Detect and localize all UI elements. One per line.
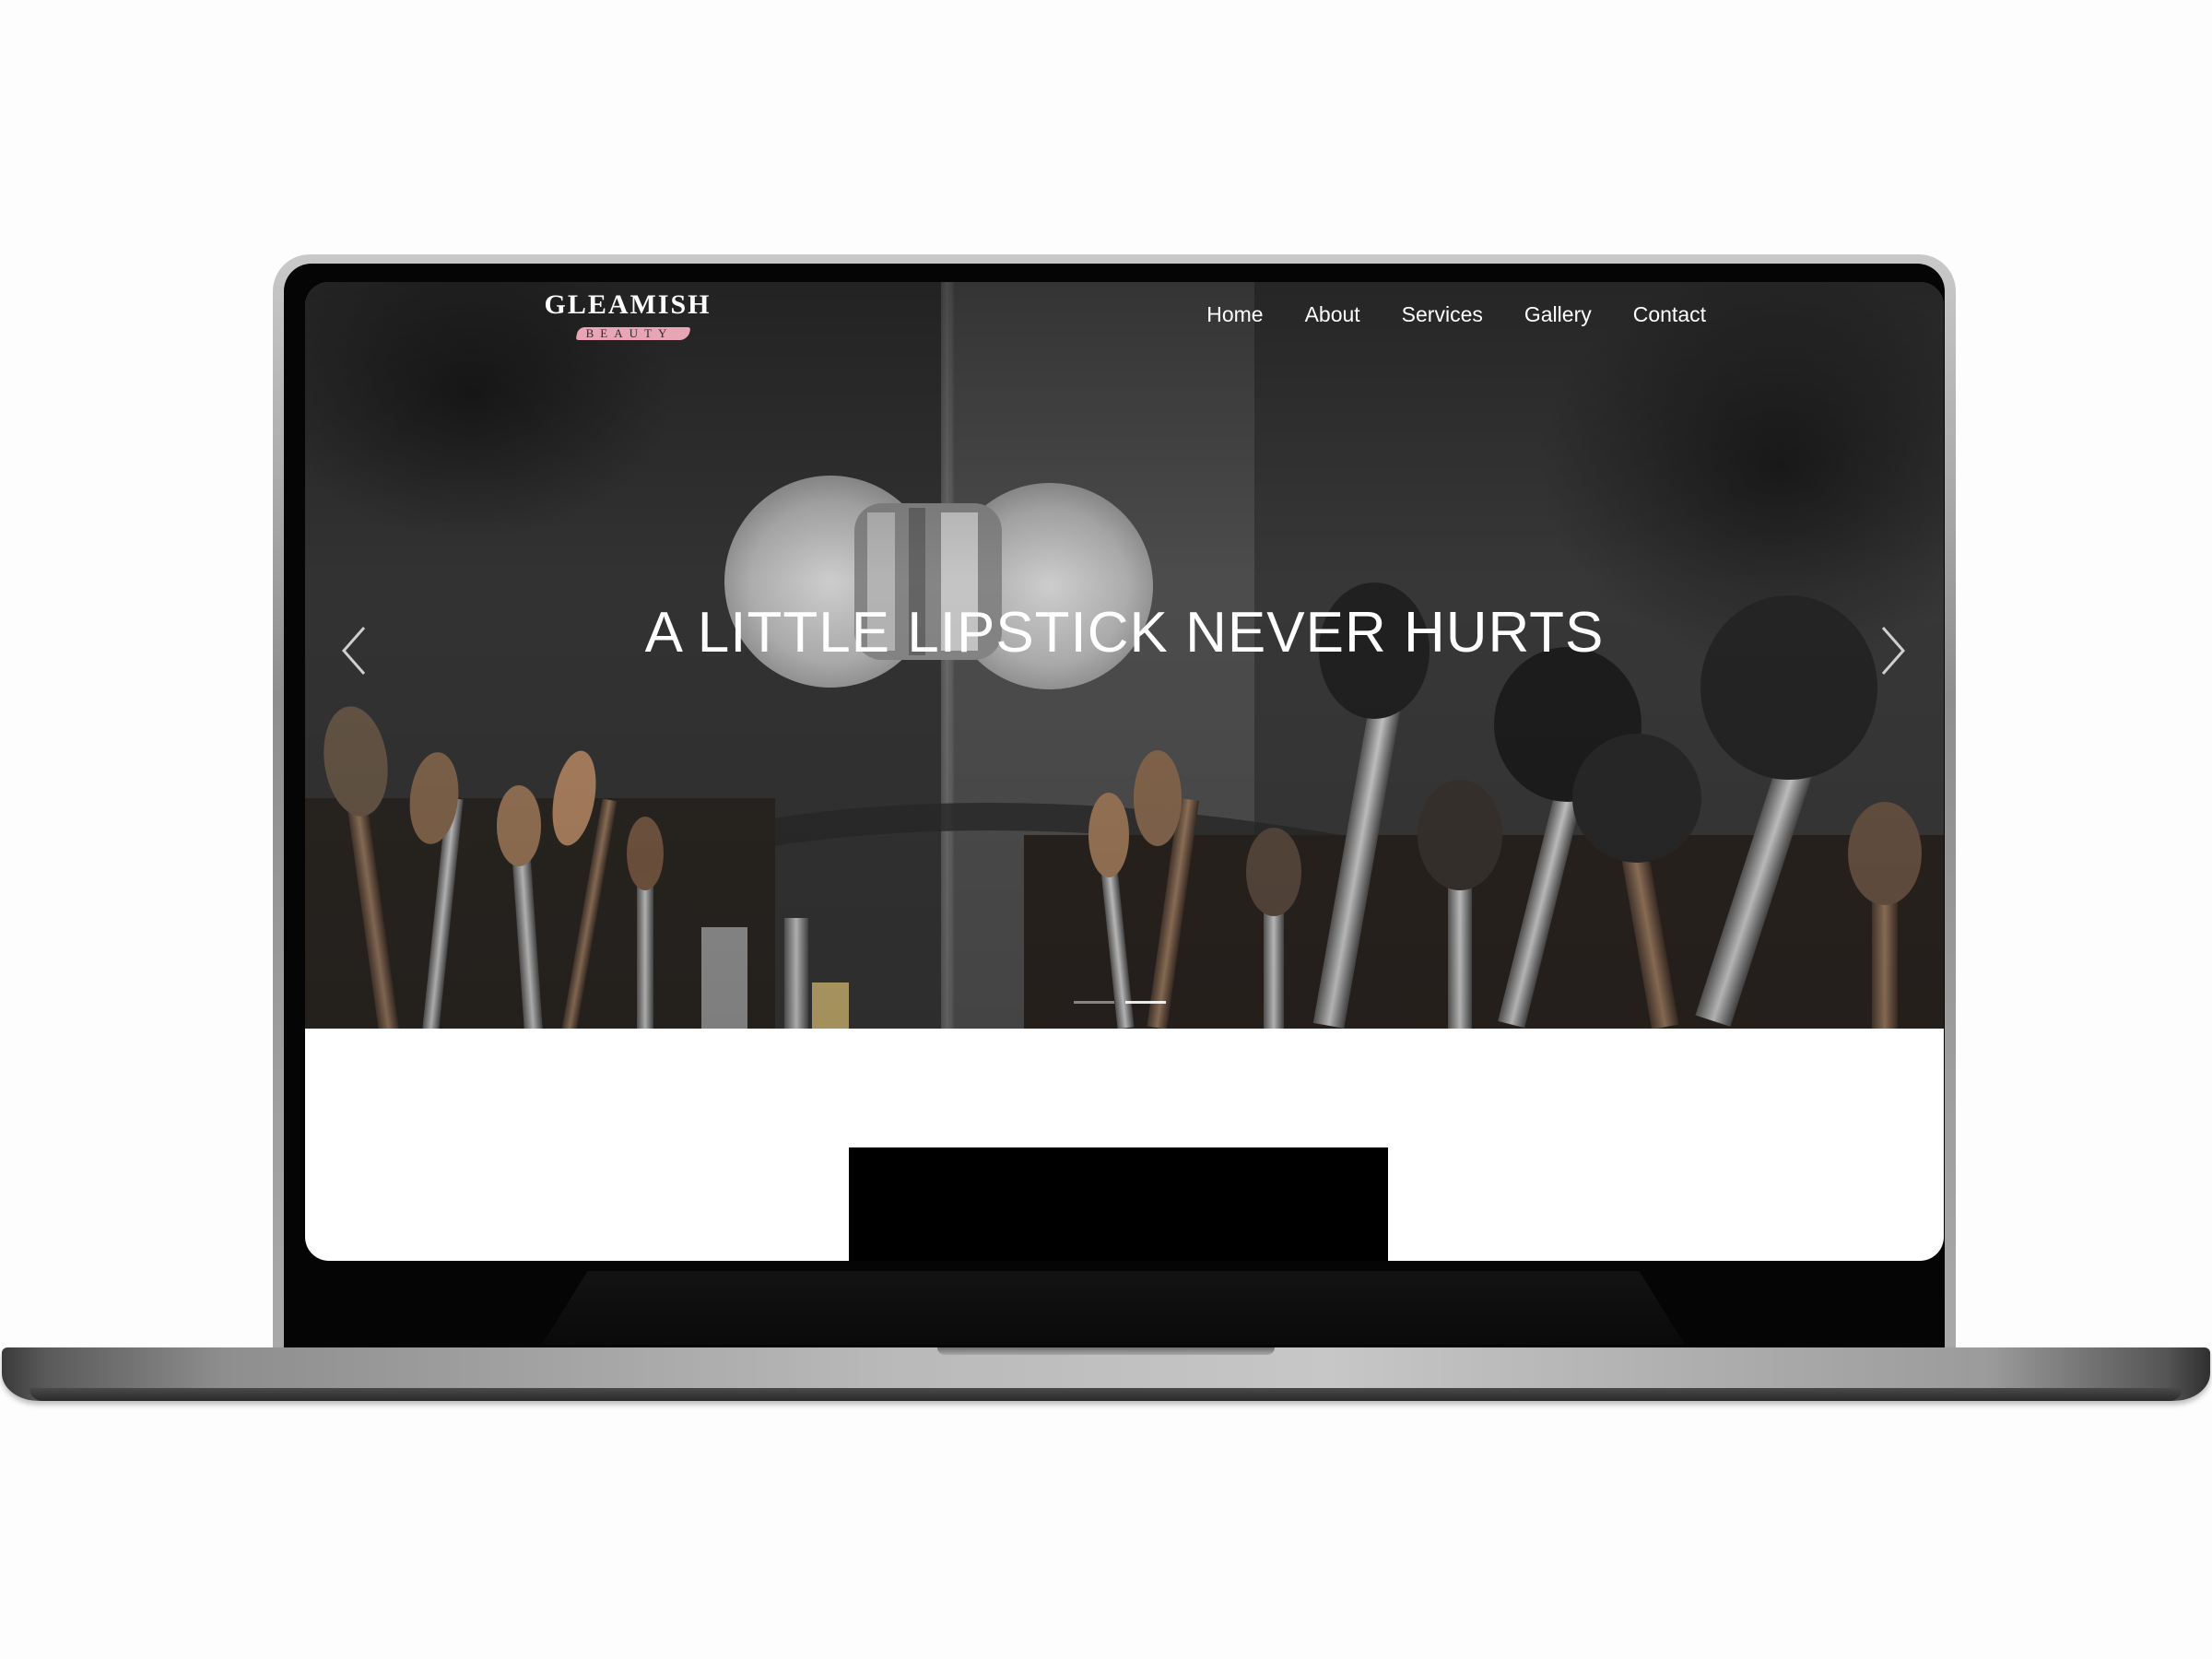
chevron-left-icon — [342, 627, 366, 675]
hero-carousel: GLEAMISH BEAUTY Home About Services Gall… — [305, 282, 1944, 1029]
carousel-indicators — [1074, 1001, 1166, 1004]
nav-link-services[interactable]: Services — [1402, 300, 1483, 328]
carousel-indicator-2[interactable] — [1125, 1001, 1166, 1004]
laptop-screen: GLEAMISH BEAUTY Home About Services Gall… — [305, 282, 1944, 1261]
nav-link-gallery[interactable]: Gallery — [1524, 300, 1592, 328]
carousel-next-button[interactable] — [1868, 618, 1914, 683]
nav-link-about[interactable]: About — [1305, 300, 1360, 328]
laptop-base — [2, 1347, 2210, 1401]
laptop-lid: GLEAMISH BEAUTY Home About Services Gall… — [273, 254, 1956, 1355]
laptop-bezel: GLEAMISH BEAUTY Home About Services Gall… — [284, 264, 1945, 1355]
keyboard-reflection — [542, 1271, 1685, 1345]
brand-logo[interactable]: GLEAMISH BEAUTY — [535, 288, 720, 352]
nav-link-home[interactable]: Home — [1206, 300, 1263, 328]
brand-tagline: BEAUTY — [585, 326, 674, 340]
hero-headline: A LITTLE LIPSTICK NEVER HURTS — [644, 601, 1605, 665]
laptop-base-edge — [29, 1388, 2183, 1401]
main-nav: Home About Services Gallery Contact — [1206, 300, 1706, 328]
carousel-indicator-1[interactable] — [1074, 1001, 1114, 1004]
brand-name: GLEAMISH — [544, 289, 712, 320]
carousel-prev-button[interactable] — [333, 618, 379, 683]
nav-link-contact[interactable]: Contact — [1633, 300, 1706, 328]
laptop-base-notch — [937, 1347, 1275, 1355]
redacted-block — [849, 1147, 1388, 1261]
brand-tagline-wrap: BEAUTY — [575, 324, 691, 343]
chevron-right-icon — [1881, 627, 1905, 675]
